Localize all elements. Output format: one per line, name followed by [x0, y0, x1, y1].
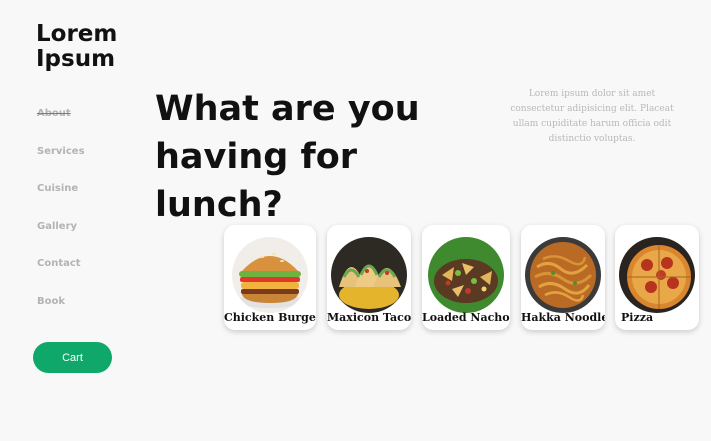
cart-button[interactable]: Cart: [33, 342, 112, 373]
nav-link-about[interactable]: About: [37, 108, 71, 119]
nav-link-contact[interactable]: Contact: [37, 258, 81, 269]
nav-link-cuisine[interactable]: Cuisine: [37, 183, 78, 194]
menu-card-taco[interactable]: Maxicon Taco: [327, 225, 411, 330]
menu-card-nachos[interactable]: Loaded Nachos: [422, 225, 510, 330]
nav-link-gallery[interactable]: Gallery: [37, 221, 77, 232]
menu-card-label: Chicken Burger: [224, 311, 316, 324]
menu-card-label: Maxicon Taco: [327, 311, 411, 324]
nav-item-contact[interactable]: Contact: [37, 258, 85, 296]
nav-item-services[interactable]: Services: [37, 146, 85, 184]
noodle-image: [525, 237, 601, 313]
hero-headline-line-1: What are you: [155, 89, 420, 129]
pizza-image: [619, 237, 695, 313]
menu-card-pizza[interactable]: Pizza: [615, 225, 699, 330]
burger-image: [232, 237, 308, 313]
menu-card-noodle[interactable]: Hakka Noodle: [521, 225, 605, 330]
menu-card-label: Hakka Noodle: [521, 311, 605, 324]
menu-card-burger[interactable]: Chicken Burger: [224, 225, 316, 330]
nav-item-cuisine[interactable]: Cuisine: [37, 183, 85, 221]
nachos-image: [428, 237, 504, 313]
nav-item-gallery[interactable]: Gallery: [37, 221, 85, 259]
hero-headline-line-2: having for lunch?: [155, 137, 358, 225]
hero-headline: What are you having for lunch?: [155, 85, 485, 229]
brand-line-2: Ipsum: [36, 46, 116, 72]
nav-item-about[interactable]: About: [37, 108, 85, 146]
hero-blurb: Lorem ipsum dolor sit amet consectetur a…: [510, 89, 674, 144]
menu-card-label: Pizza: [621, 311, 654, 324]
nav-link-book[interactable]: Book: [37, 296, 65, 307]
brand-line-1: Lorem: [36, 21, 118, 47]
nav-item-book[interactable]: Book: [37, 296, 85, 334]
nav-link-services[interactable]: Services: [37, 146, 85, 157]
brand-logo: Lorem Ipsum: [36, 22, 117, 72]
taco-image: [331, 237, 407, 313]
menu-card-label: Loaded Nachos: [422, 311, 510, 324]
main-nav: About Services Cuisine Gallery Contact B…: [37, 108, 85, 334]
